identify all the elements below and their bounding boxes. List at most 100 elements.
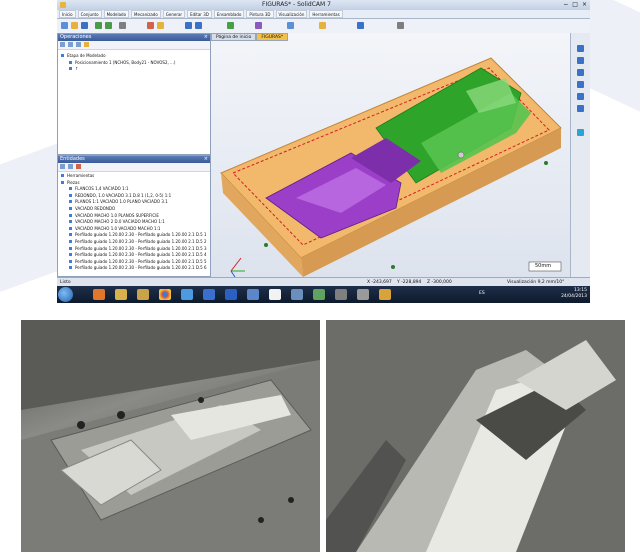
tab-conjunto[interactable]: Conjunto bbox=[77, 10, 102, 18]
entities-tree-item[interactable]: Perfilado guiado 1.20.00 2.30 - Perfilad… bbox=[61, 259, 210, 266]
extrude-icon[interactable] bbox=[157, 22, 164, 29]
language-indicator[interactable]: ES bbox=[479, 291, 485, 296]
new-file-icon[interactable] bbox=[61, 22, 68, 29]
filter-icon[interactable] bbox=[60, 164, 65, 169]
milling-icon[interactable] bbox=[185, 22, 192, 29]
entities-tree-item[interactable]: VACIADO MACHO 1.0 PLANOS SUPERFICIE bbox=[61, 213, 210, 220]
redo-icon[interactable] bbox=[105, 22, 112, 29]
layers-icon[interactable] bbox=[357, 22, 364, 29]
system-clock[interactable]: 13:15 24/04/2013 bbox=[561, 288, 587, 300]
mold-3d-model bbox=[220, 57, 562, 277]
entities-tree-item[interactable]: VACIADO MACHO 1.0 VACIADO MACHO 1:1 bbox=[61, 226, 210, 233]
close-button[interactable]: × bbox=[582, 1, 587, 8]
tool-icon[interactable] bbox=[76, 164, 81, 169]
folder-icon[interactable] bbox=[137, 289, 149, 300]
operations-close-icon[interactable]: × bbox=[204, 34, 208, 41]
entities-item-icon bbox=[69, 187, 72, 191]
settings-icon[interactable] bbox=[397, 22, 404, 29]
start-button[interactable] bbox=[58, 287, 73, 302]
tab-inicio[interactable]: Inicio bbox=[59, 10, 76, 18]
add-operation-icon[interactable] bbox=[60, 42, 65, 47]
shading-icon[interactable] bbox=[577, 105, 584, 112]
entities-tree-item[interactable]: Perfilado guiado 1.20.00 2.30 - Perfilad… bbox=[61, 239, 210, 246]
entities-header: Entidades × bbox=[58, 156, 210, 163]
entities-close-icon[interactable]: × bbox=[204, 156, 208, 163]
iso-view-icon[interactable] bbox=[577, 129, 584, 136]
maximize-button[interactable]: □ bbox=[572, 1, 578, 8]
entities-panel: Entidades × Herramientas Piezas FLANCOS 1,… bbox=[57, 155, 211, 277]
sketch-icon[interactable] bbox=[147, 22, 154, 29]
tab-herramientas[interactable]: Herramientas bbox=[309, 10, 343, 18]
entities-tree-item[interactable]: PLANOS 1:1 VACIADO 1.0 PLANO VACIADO 3.1 bbox=[61, 199, 210, 206]
entities-item-icon bbox=[69, 213, 72, 217]
scale-label: 50mm bbox=[535, 263, 552, 269]
entities-tree-item[interactable]: Perfilado guiado 1.20.00 2.30 - Perfilad… bbox=[61, 252, 210, 259]
coord-y: Y -228,894 bbox=[397, 280, 422, 285]
measure-icon[interactable] bbox=[255, 22, 262, 29]
select-icon[interactable] bbox=[119, 22, 126, 29]
status-text: Listo bbox=[60, 280, 71, 285]
entities-item-icon bbox=[69, 193, 72, 197]
operations-item-label: Posicionamiento 1 (NCHOS, Body21 - NOVOS… bbox=[75, 59, 176, 65]
tab-modelado[interactable]: Modelado bbox=[103, 10, 130, 18]
edit-operation-icon[interactable] bbox=[68, 42, 73, 47]
chrome-icon[interactable] bbox=[159, 289, 171, 300]
operations-item-icon bbox=[69, 60, 72, 64]
command-toolbar bbox=[57, 19, 590, 34]
fit-view-icon[interactable] bbox=[577, 81, 584, 88]
rotate-icon[interactable] bbox=[577, 69, 584, 76]
contacts-icon[interactable] bbox=[247, 289, 259, 300]
entities-tree-item[interactable]: VACIADO MACHO 2 D.0 VACIADO MACHO 1:1 bbox=[61, 219, 210, 226]
tab-visualizacion[interactable]: Visualización bbox=[275, 10, 308, 18]
calendar-icon[interactable] bbox=[225, 289, 237, 300]
entities-item-label: Perfilado guiado 1.20.00 2.30 - Perfilad… bbox=[75, 245, 207, 251]
messenger-icon[interactable] bbox=[181, 289, 193, 300]
view-icon[interactable] bbox=[287, 22, 294, 29]
section-view-icon[interactable] bbox=[577, 93, 584, 100]
tab-generar[interactable]: Generar bbox=[162, 10, 186, 18]
photos-icon[interactable] bbox=[313, 289, 325, 300]
operations-tree-item[interactable]: Posicionamiento 1 (NCHOS, Body21 - NOVOS… bbox=[61, 60, 210, 67]
pan-icon[interactable] bbox=[577, 57, 584, 64]
ribbon-tabs: Inicio Conjunto Modelado Mecanizado Gene… bbox=[57, 10, 590, 19]
delete-operation-icon[interactable] bbox=[76, 42, 81, 47]
entities-tree-item[interactable]: Herramientas bbox=[61, 173, 210, 180]
entities-tree-item[interactable]: Piezas bbox=[61, 180, 210, 187]
drill-icon[interactable] bbox=[195, 22, 202, 29]
3d-viewport[interactable]: Página de inicio FIGURAS* 50mm bbox=[211, 33, 570, 277]
entities-item-icon bbox=[69, 253, 72, 257]
entities-tree-item[interactable]: Perfilado guiado 1.20.00 2.30 - Perfilad… bbox=[61, 265, 210, 272]
save-icon[interactable] bbox=[81, 22, 88, 29]
entities-tree-item[interactable]: REDONDO, 1.0 VACIADO 3.1 D.8 1 (1,2, 0-5… bbox=[61, 193, 210, 200]
undo-icon[interactable] bbox=[95, 22, 102, 29]
operations-tree-item[interactable]: ↑ bbox=[61, 66, 210, 73]
tab-editar-3d[interactable]: Editar 3D bbox=[187, 10, 212, 18]
render-icon[interactable] bbox=[319, 22, 326, 29]
entities-tree-item[interactable]: FLANCOS 1,4 VACIADO 1:1 bbox=[61, 186, 210, 193]
entities-tree-item[interactable]: Perfilado guiado 1.20.00 2.30 - Perfilad… bbox=[61, 246, 210, 253]
cad-screenshot: FIGURAS* - SolidCAM 7 − □ × Inicio Conju… bbox=[57, 0, 590, 303]
zoom-icon[interactable] bbox=[577, 45, 584, 52]
operations-tree-item[interactable]: Etapa de Modelado bbox=[61, 53, 210, 60]
window-controls: − □ × bbox=[563, 1, 587, 8]
media-player-icon[interactable] bbox=[93, 289, 105, 300]
app-menu-icon[interactable] bbox=[60, 2, 66, 8]
cad-app-icon[interactable] bbox=[291, 289, 303, 300]
entities-tree-item[interactable]: VACIADO REDONDO bbox=[61, 206, 210, 213]
open-file-icon[interactable] bbox=[71, 22, 78, 29]
viewer-icon[interactable] bbox=[335, 289, 347, 300]
refresh-icon[interactable] bbox=[68, 164, 73, 169]
expand-tree-icon[interactable] bbox=[84, 42, 89, 47]
file-explorer-icon[interactable] bbox=[115, 289, 127, 300]
tab-pintura-3d[interactable]: Pintura 3D bbox=[246, 10, 274, 18]
tools-icon[interactable] bbox=[357, 289, 369, 300]
entities-tree-item[interactable]: Perfilado guiado 1.20.00 2.30 - Perfilad… bbox=[61, 232, 210, 239]
minimize-button[interactable]: − bbox=[563, 1, 568, 8]
tab-ensamblado[interactable]: Ensamblado bbox=[213, 10, 245, 18]
tab-mecanizado[interactable]: Mecanizado bbox=[131, 10, 161, 18]
mail-icon[interactable] bbox=[203, 289, 215, 300]
paint-icon[interactable] bbox=[379, 289, 391, 300]
document-icon[interactable] bbox=[269, 289, 281, 300]
coord-z: Z -300,000 bbox=[427, 280, 452, 285]
simulate-icon[interactable] bbox=[227, 22, 234, 29]
